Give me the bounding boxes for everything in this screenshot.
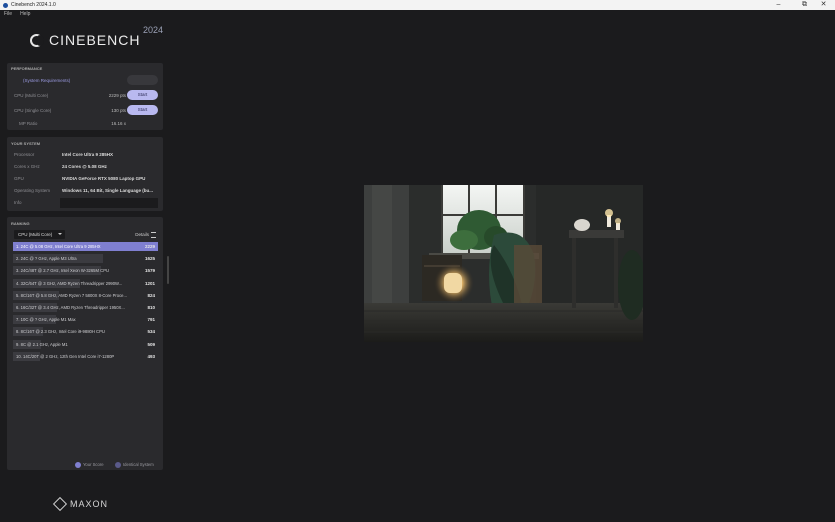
ranking-row-score: 810 — [147, 305, 155, 310]
ranking-row[interactable]: 3. 24C/48T @ 2.7 GHz, Intel Xeon W-3265M… — [13, 266, 158, 276]
ranking-type-dropdown[interactable]: CPU (Multi Core) — [14, 230, 65, 239]
system-row-cores: Cores x GHz 24 Cores @ 5.08 GHz — [7, 161, 163, 173]
ranking-title: RANKING — [11, 221, 30, 226]
performance-panel: PERFORMANCE (System Requirements) CPU (M… — [7, 63, 163, 130]
ranking-row-name: 7. 10C @ ? GHz, Apple M1 Max — [16, 317, 76, 323]
system-panel: YOUR SYSTEM Processor Intel Core Ultra 9… — [7, 137, 163, 211]
system-value: NVIDIA GeForce RTX 5080 Laptop GPU — [62, 176, 146, 181]
system-row-os: Operating System Windows 11, 64 Bit, Sin… — [7, 185, 163, 197]
render-preview — [364, 185, 643, 342]
ranking-row-name: 3. 24C/48T @ 2.7 GHz, Intel Xeon W-3265M… — [16, 268, 110, 274]
test-row-multi: CPU (Multi Core) 2229 pts Start — [7, 90, 163, 102]
test-label: CPU (Single Core) — [14, 108, 52, 113]
ranking-row[interactable]: 10. 14C/20T @ 2 GHz, 12th Gen Intel Core… — [13, 351, 158, 361]
filter-icon — [151, 232, 156, 238]
ranking-row-score: 1201 — [144, 280, 155, 286]
mp-ratio-row: MP Ratio 16.16 x — [7, 118, 163, 130]
legend-your-score: Your Score — [75, 462, 104, 468]
your-score-dot-icon — [75, 462, 81, 468]
minimize-icon[interactable]: – — [766, 0, 791, 10]
info-input[interactable] — [60, 198, 158, 208]
maxon-logo-icon — [52, 496, 68, 512]
ranking-row[interactable]: 7. 10C @ ? GHz, Apple M1 Max 791 — [13, 315, 158, 325]
system-label: Cores x GHz — [14, 164, 40, 169]
ranking-row-name: 5. 8C/16T @ 5.8 GHz, AMD Ryzen 7 5800X 8… — [16, 292, 128, 298]
identical-system-dot-icon — [115, 462, 121, 468]
system-value: 24 Cores @ 5.08 GHz — [62, 164, 107, 169]
details-label: Details — [135, 232, 149, 238]
app-icon — [3, 2, 8, 8]
cinebench-logo: CINEBENCH — [30, 32, 140, 48]
ranking-row-score: 1579 — [144, 268, 155, 274]
test-score: 130 pts — [111, 108, 126, 113]
ranking-row-score: 534 — [147, 329, 155, 335]
system-value: Intel Core Ultra 9 285HX — [62, 152, 114, 157]
system-value: Windows 11, 64 Bit, Single Language (bu.… — [62, 188, 153, 193]
ranking-row-name: 2. 24C @ ? GHz, Apple M3 Ultra — [16, 256, 77, 262]
logo-year: 2024 — [143, 25, 164, 35]
system-label: Operating System — [14, 188, 51, 193]
test-score: 2229 pts — [108, 93, 126, 98]
details-button[interactable]: Details — [135, 232, 156, 238]
ranking-row[interactable]: 1. 24C @ 5.08 GHz, Intel Core Ultra 9 28… — [13, 242, 158, 251]
ranking-row-score: 791 — [147, 317, 155, 323]
ranking-row[interactable]: 8. 8C/16T @ 2.3 GHz, Intel Core i9-9880H… — [13, 327, 158, 337]
system-row-gpu: GPU NVIDIA GeForce RTX 5080 Laptop GPU — [7, 173, 163, 185]
menu-help[interactable]: Help — [20, 11, 30, 17]
ranking-row-score: 509 — [147, 341, 155, 347]
ranking-row-score: 493 — [147, 353, 155, 359]
ranking-row-score: 1625 — [144, 256, 155, 262]
close-icon[interactable]: ✕ — [811, 0, 835, 10]
window-title: Cinebench 2024.1.0 — [11, 2, 56, 8]
ranking-row-name: 10. 14C/20T @ 2 GHz, 12th Gen Intel Core… — [16, 353, 115, 359]
ranking-row-name: 6. 16C/32T @ 3.4 GHz, AMD Ryzen Threadri… — [16, 305, 125, 310]
ranking-panel: RANKING CPU (Multi Core) Details 1. 24C … — [7, 217, 163, 470]
ranking-row-score: 824 — [147, 292, 155, 298]
legend-identical-label: Identical System — [123, 462, 154, 468]
dropdown-value: CPU (Multi Core) — [18, 232, 53, 237]
ranking-row-name: 1. 24C @ 5.08 GHz, Intel Core Ultra 9 28… — [16, 244, 101, 249]
start-multi-core-button[interactable]: Start — [127, 90, 158, 100]
ranking-row[interactable]: 5. 8C/16T @ 5.8 GHz, AMD Ryzen 7 5800X 8… — [13, 290, 158, 300]
maxon-logo: MAXON — [52, 496, 109, 512]
test-label: CPU (Multi Core) — [14, 93, 49, 98]
ranking-row[interactable]: 6. 16C/32T @ 3.4 GHz, AMD Ryzen Threadri… — [13, 303, 158, 312]
ranking-row[interactable]: 9. 8C @ 2.1 GHz, Apple M1 509 — [13, 339, 158, 349]
render-scene-image — [364, 185, 643, 342]
system-row-info: Info — [7, 197, 163, 209]
system-title: YOUR SYSTEM — [11, 141, 41, 146]
menu-file[interactable]: File — [4, 11, 12, 17]
mp-ratio-value: 16.16 x — [111, 121, 126, 126]
system-label: Processor — [14, 152, 35, 157]
menu-bar: File Help — [0, 10, 835, 18]
chevron-down-icon — [58, 233, 62, 235]
system-label: Info — [14, 200, 22, 205]
ranking-row-score: 2229 — [144, 244, 155, 249]
start-single-core-button[interactable]: Start — [127, 105, 158, 115]
ranking-row-name: 9. 8C @ 2.1 GHz, Apple M1 — [16, 341, 68, 347]
mp-ratio-label: MP Ratio — [19, 121, 38, 126]
ranking-row[interactable]: 4. 32C/64T @ 3 GHz, AMD Ryzen Threadripp… — [13, 278, 158, 288]
legend-identical-system: Identical System — [115, 462, 154, 468]
performance-title: PERFORMANCE — [11, 66, 43, 71]
logo-name: CINEBENCH — [49, 32, 141, 48]
system-label: GPU — [14, 176, 24, 181]
system-requirements-row: (System Requirements) — [7, 75, 163, 87]
test-row-single: CPU (Single Core) 130 pts Start — [7, 105, 163, 117]
title-bar: Cinebench 2024.1.0 — [0, 0, 835, 10]
system-row-processor: Processor Intel Core Ultra 9 285HX — [7, 149, 163, 161]
legend-your-score-label: Your Score — [83, 462, 104, 468]
system-requirements-link[interactable]: (System Requirements) — [23, 78, 70, 83]
maxon-brand: MAXON — [70, 499, 109, 509]
cinebench-logo-icon — [30, 33, 44, 47]
scrollbar-thumb[interactable] — [167, 256, 169, 284]
ranking-row[interactable]: 2. 24C @ ? GHz, Apple M3 Ultra 1625 — [13, 254, 158, 264]
ranking-row-name: 4. 32C/64T @ 3 GHz, AMD Ryzen Threadripp… — [16, 280, 123, 286]
start-button-disabled — [127, 75, 158, 85]
ranking-row-name: 8. 8C/16T @ 2.3 GHz, Intel Core i9-9880H… — [16, 329, 105, 335]
